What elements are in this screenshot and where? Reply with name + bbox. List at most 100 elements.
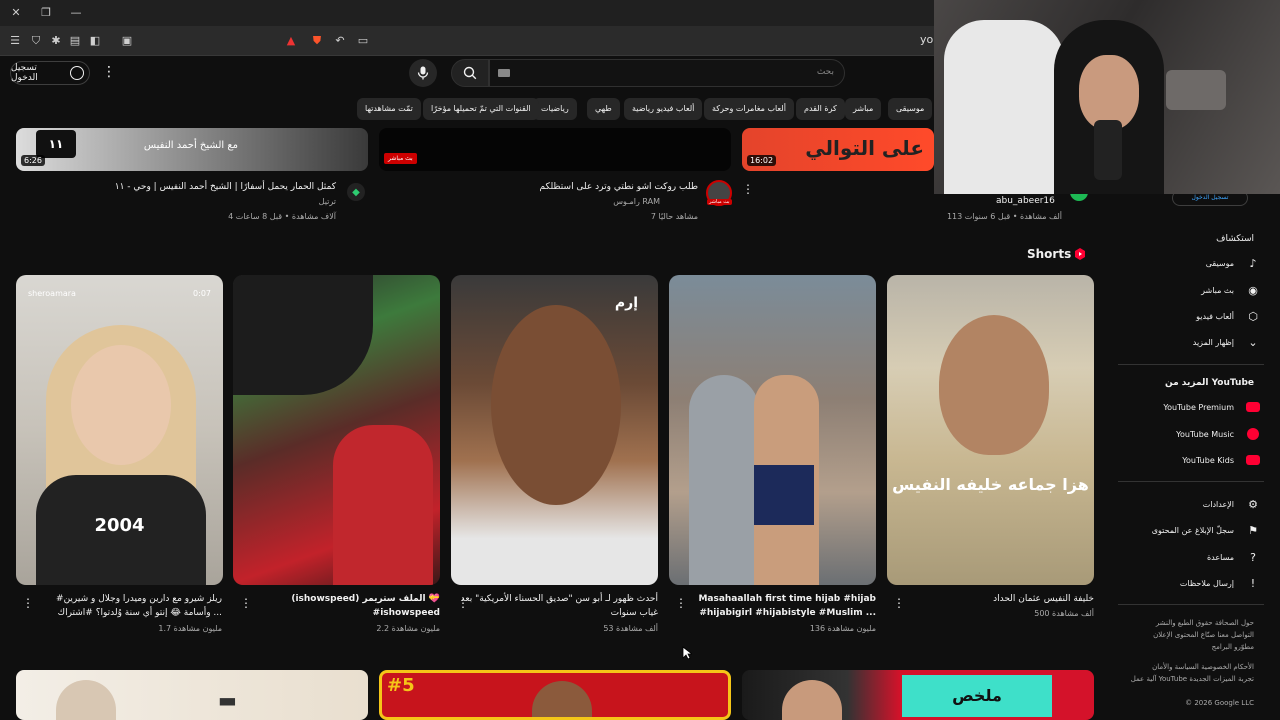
footer-links-5[interactable]: آلية عمل YouTube تجربة الميزات الجديدة (1131, 673, 1254, 685)
menu-icon[interactable]: ☰ (7, 33, 23, 49)
channel-name[interactable]: ترتيل (319, 197, 336, 206)
short-overlay-text: هزا جماعه خليفه النفيس (892, 475, 1089, 494)
short-title-line2[interactable]: وأسامة 😂 إنتو أي سنة وُلدتوا؟ #اشتراك ..… (58, 606, 222, 620)
sidebar-item-gaming[interactable]: ألعاب فيديو ⬡ (1130, 304, 1260, 328)
face-shape (1079, 55, 1139, 130)
footer-links-2[interactable]: التواصل معنا صنّاع المحتوى الإعلان (1153, 629, 1254, 641)
footer-links-4[interactable]: الأحكام الخصوصية السياسة والأمان (1152, 661, 1254, 673)
short-title-line2[interactable]: غياب سنوات (611, 606, 658, 620)
short-thumbnail[interactable] (233, 275, 440, 585)
gaming-chair (944, 20, 1064, 194)
channel-name[interactable]: رامـوس RAM (613, 197, 660, 206)
chip-watched[interactable]: تمّت مشاهدتها (357, 98, 421, 120)
video-meta: 7 مشاهد حاليًا (650, 212, 698, 221)
duration-badge: 6:26 (21, 155, 45, 166)
video-thumbnail[interactable]: ▬ (16, 670, 368, 720)
thumbnail-caption-glyph: ▬ (218, 688, 237, 712)
short-title-line2[interactable]: #hijabigirl #hijabistyle #Muslim ... (699, 606, 876, 620)
search-input[interactable]: بحث (489, 59, 845, 87)
video-title[interactable]: طلب روكت اشو نطتي وترد على استظلكم (539, 182, 698, 192)
chip-cooking[interactable]: طهي (587, 98, 620, 120)
live-badge: بث مباشر (384, 153, 417, 164)
sidebar-item-premium[interactable]: YouTube Premium (1130, 395, 1260, 419)
sidebar-divider (1118, 364, 1264, 365)
short-title-line1[interactable]: #ريلز شيرو مع دارين وميدرا وجلال و شيرين (56, 592, 222, 606)
sidebar-item-live[interactable]: بث مباشر ◉ (1130, 278, 1260, 302)
more-actions-icon[interactable]: ⋮ (675, 596, 687, 610)
shorts-heading: Shorts (1027, 247, 1072, 261)
channel-name[interactable]: abu_abeer16 (996, 196, 1055, 206)
short-title-line2[interactable]: #ishowspeed (373, 606, 440, 620)
signin-button[interactable]: تسجيل الدخول (10, 61, 90, 85)
sidebar-item-label: YouTube Kids (1182, 455, 1234, 465)
sidebar-item-music[interactable]: موسيقى ♪ (1130, 251, 1260, 275)
short-thumbnail[interactable]: هزا جماعه خليفه النفيس (887, 275, 1094, 585)
person-shape (532, 681, 592, 717)
sports-top-shape (754, 465, 814, 525)
sidebar-show-more[interactable]: إظهار المزيد ⌄ (1130, 330, 1260, 354)
back-icon[interactable]: ↶ (332, 33, 348, 49)
streamer-webcam-overlay (934, 0, 1280, 194)
tabs-icon[interactable]: ▤ (67, 33, 83, 49)
more-actions-icon[interactable]: ⋮ (893, 596, 905, 610)
video-thumbnail[interactable]: بث مباشر (379, 128, 731, 171)
chip-football[interactable]: كرة القدم (796, 98, 845, 120)
chip-action-games[interactable]: ألعاب مغامرات وحركة (704, 98, 794, 120)
channel-logo: إرم (614, 295, 638, 311)
short-thumbnail[interactable]: sheroamara 0:07 2004 (16, 275, 223, 585)
cast-icon[interactable]: ▭ (355, 33, 371, 49)
short-title-line1[interactable]: أحدث ظهور لـ أبو سن "صديق الحسناء الأمري… (461, 592, 658, 606)
short-views: 500 ألف مشاهدة (1034, 609, 1094, 618)
gamepad-icon: ⬡ (1248, 309, 1258, 323)
search-button[interactable] (451, 59, 489, 87)
sidebar-item-label: YouTube Music (1176, 429, 1234, 439)
shield-icon[interactable]: ⛉ (28, 33, 44, 49)
keyboard-icon[interactable] (498, 69, 510, 77)
channel-avatar[interactable]: ◆ (347, 183, 365, 201)
sidebar-item-settings[interactable]: الإعدادات ⚙ (1130, 492, 1260, 516)
chip-live[interactable]: مباشر (845, 98, 882, 120)
sidebar-item-help[interactable]: مساعدة ? (1130, 545, 1260, 569)
sidebar-item-feedback[interactable]: إرسال ملاحظات ! (1130, 571, 1260, 595)
more-actions-icon[interactable]: ⋮ (22, 596, 34, 610)
video-thumbnail[interactable]: ١١ مع الشيخ أحمد النفيس 6:26 (16, 128, 368, 171)
face-shape (491, 305, 621, 505)
short-thumbnail[interactable] (669, 275, 876, 585)
chip-music[interactable]: موسيقى (888, 98, 933, 120)
thumbnail-caption: مع الشيخ أحمد النفيس (143, 140, 238, 151)
footer-links-1[interactable]: حول الصحافة حقوق الطبع والنشر (1156, 617, 1254, 629)
chip-recently-uploaded[interactable]: القنوات التي تمّ تحميلها مؤخرًا (423, 98, 539, 120)
video-thumbnail[interactable]: ملخص (742, 670, 1094, 720)
chip-sports-games[interactable]: ألعاب فيديو رياضية (624, 98, 703, 120)
short-title[interactable]: خليفة النفيس عثمان الحداد (993, 592, 1094, 606)
footer-links-3[interactable]: مطوّرو البرامج (1212, 641, 1254, 653)
copyright: © 2026 Google LLC (1185, 699, 1254, 707)
minimize-window-icon[interactable]: — (68, 5, 84, 21)
restore-window-icon[interactable]: ❐ (38, 5, 54, 21)
chip-math[interactable]: رياضيات (533, 98, 577, 120)
tab-search-icon[interactable]: ▣ (119, 33, 135, 49)
sidebar-item-label: مساعدة (1206, 552, 1234, 562)
video-thumbnail[interactable]: #5 (379, 670, 731, 720)
sidebar-item-music-app[interactable]: YouTube Music (1130, 422, 1260, 446)
more-actions-icon[interactable]: ⋮ (742, 182, 754, 196)
more-actions-icon[interactable]: ⋮ (240, 596, 252, 610)
brave-shield-icon[interactable]: ⛊ (309, 33, 325, 49)
close-window-icon[interactable]: ✕ (8, 5, 24, 21)
video-title[interactable]: كمثل الحمار يحمل أسفارًا | الشيخ أحمد ال… (115, 182, 336, 192)
sidebar-item-kids[interactable]: YouTube Kids (1130, 448, 1260, 472)
notification-icon[interactable]: ▲ (283, 33, 299, 49)
sidebar-item-report-history[interactable]: سجلّ الإبلاغ عن المحتوى ⚑ (1130, 518, 1260, 542)
flag-icon: ⚑ (1248, 523, 1258, 537)
rank-badge: #5 (387, 675, 415, 696)
sidebar-toggle-icon[interactable]: ◧ (87, 33, 103, 49)
thumbnail-caption-box: ملخص (902, 675, 1052, 717)
short-thumbnail[interactable]: إرم (451, 275, 658, 585)
video-thumbnail[interactable]: على التوالي 16:02 (742, 128, 934, 171)
short-title-line1[interactable]: Masahaallah first time hijab #hijab (698, 592, 876, 606)
extensions-icon[interactable]: ✱ (48, 33, 64, 49)
sidebar-item-label: إظهار المزيد (1192, 337, 1234, 347)
settings-menu-icon[interactable]: ⋮ (102, 62, 116, 82)
voice-search-button[interactable] (409, 59, 437, 87)
short-title-line1[interactable]: (ishowspeed) الملف ستريمر 💝 (291, 592, 440, 606)
